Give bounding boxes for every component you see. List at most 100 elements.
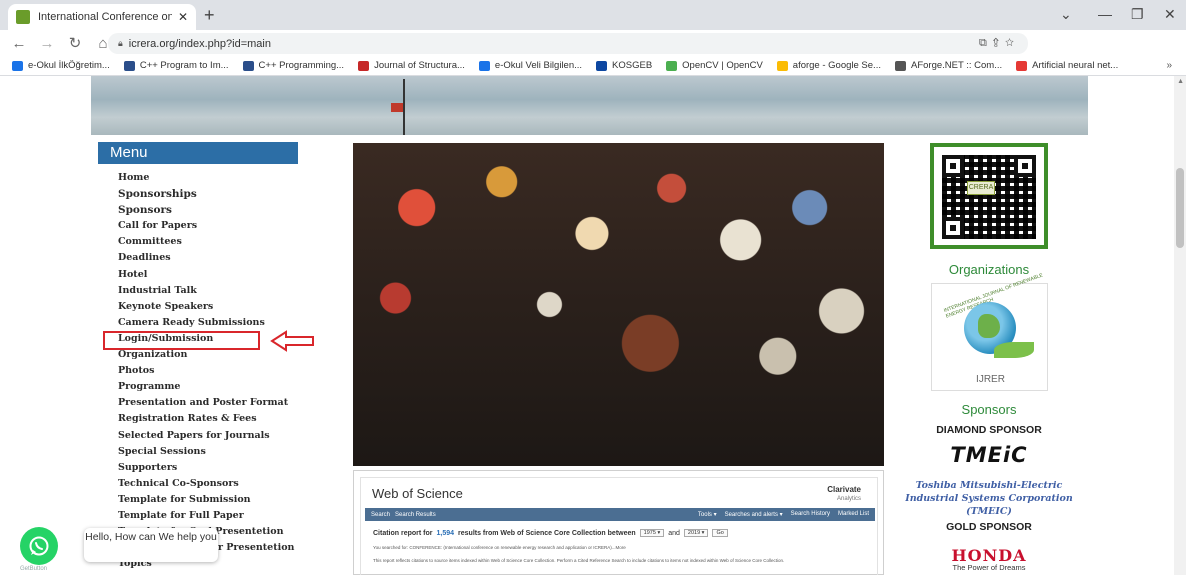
wos-nav-marked[interactable]: Marked List <box>838 511 869 518</box>
header-banner <box>91 76 1088 135</box>
wos-nav-results[interactable]: Search Results <box>395 512 436 518</box>
flagpole <box>403 79 405 135</box>
honda-logo[interactable]: HONDA <box>898 548 1080 564</box>
menu-item-call-for-papers[interactable]: Call for Papers <box>118 218 294 234</box>
bookmark-item[interactable]: KOSGEB <box>596 60 652 71</box>
menu-item-template-for-full-paper[interactable]: Template for Full Paper <box>118 508 294 524</box>
menu-item-special-sessions[interactable]: Special Sessions <box>118 444 294 460</box>
bookmark-favicon-icon <box>776 60 788 71</box>
bookmark-label: aforge - Google Se... <box>792 60 881 71</box>
gold-sponsor-label: GOLD SPONSOR <box>946 521 1032 533</box>
url-text: icrera.org/index.php?id=main <box>128 37 271 50</box>
tmeic-logo[interactable]: TMEiC <box>898 443 1080 467</box>
bookmark-label: Journal of Structura... <box>374 60 465 71</box>
menu-item-industrial-talk[interactable]: Industrial Talk <box>118 283 294 299</box>
bazaar-lamps-photo <box>353 143 884 466</box>
clarivate-logo: Clarivate Analytics <box>827 486 861 503</box>
scrollbar-thumb[interactable] <box>1176 168 1184 248</box>
chat-greeting-bubble[interactable]: Hello, How can We help you <box>84 528 218 562</box>
bookmark-item[interactable]: OpenCV | OpenCV <box>666 60 763 71</box>
menu-item-hotel[interactable]: Hotel <box>118 267 294 283</box>
forward-icon[interactable]: → <box>38 35 56 52</box>
menu-item-sponsorships[interactable]: Sponsorships <box>118 186 294 202</box>
qr-code: CRERA <box>930 143 1048 249</box>
wos-nav-history[interactable]: Search History <box>791 511 830 518</box>
year-to-select[interactable]: 2019 ▾ <box>683 529 709 537</box>
citation-prefix: Citation report for <box>373 529 433 537</box>
menu-item-camera-ready-submissions[interactable]: Camera Ready Submissions <box>118 315 294 331</box>
bookmark-favicon-icon <box>123 60 135 71</box>
whatsapp-chat-button[interactable] <box>20 527 58 565</box>
bookmark-label: AForge.NET :: Com... <box>910 60 1003 71</box>
getbutton-label: GetButton <box>20 566 48 572</box>
ijrer-logo[interactable]: INTERNATIONAL JOURNAL OF RENEWABLE ENERG… <box>931 272 1048 391</box>
close-tab-icon[interactable]: ✕ <box>178 10 188 24</box>
menu-item-technical-co-sponsors[interactable]: Technical Co-Sponsors <box>118 476 294 492</box>
scroll-up-icon[interactable]: ▲ <box>1177 78 1184 85</box>
address-bar[interactable]: 🔒︎ icrera.org/index.php?id=main ⧉⇪☆ <box>108 33 1028 54</box>
qr-crera-label: CRERA <box>967 181 995 195</box>
menu-item-home[interactable]: Home <box>118 170 294 186</box>
menu-item-template-for-submission[interactable]: Template for Submission <box>118 492 294 508</box>
bookmark-favicon-icon <box>1016 60 1028 71</box>
bookmark-label: OpenCV | OpenCV <box>682 60 763 71</box>
menu-header: Menu <box>98 142 298 164</box>
menu-item-committees[interactable]: Committees <box>118 234 294 250</box>
bookmark-item[interactable]: aforge - Google Se... <box>776 60 881 71</box>
browser-tab[interactable]: International Conference on Rene ✕ <box>8 4 196 30</box>
bookmark-favicon-icon <box>894 60 906 71</box>
and-label: and <box>668 529 680 537</box>
more-bookmarks-button[interactable]: » <box>1166 60 1172 71</box>
bookmark-item[interactable]: Artificial neural net... <box>1016 60 1118 71</box>
sponsors-heading: Sponsors <box>961 402 1017 417</box>
bookmark-label: e-Okul İlkÖğretim... <box>28 60 110 71</box>
menu-item-presentation-and-poster-format[interactable]: Presentation and Poster Format <box>118 395 294 411</box>
clarivate-name: Clarivate <box>827 485 861 494</box>
wos-nav-tools[interactable]: Tools ▾ <box>698 511 717 518</box>
citation-count[interactable]: 1,594 <box>437 530 455 537</box>
bookmark-item[interactable]: e-Okul Veli Bilgilen... <box>478 60 582 71</box>
qr-finder-tl <box>942 155 964 177</box>
bookmark-favicon-icon <box>596 60 608 71</box>
menu-item-sponsors[interactable]: Sponsors <box>118 202 294 218</box>
page-scrollbar[interactable]: ▲ <box>1174 76 1186 575</box>
close-window-icon[interactable]: ✕ <box>1164 6 1176 23</box>
address-bar-actions[interactable]: ⧉⇪☆ <box>979 37 1020 50</box>
menu-item-selected-papers-for-journals[interactable]: Selected Papers for Journals <box>118 428 294 444</box>
bookmark-item[interactable]: C++ Program to Im... <box>123 60 229 71</box>
minimize-icon[interactable]: — <box>1098 6 1112 22</box>
wos-title: Web of Science <box>372 486 463 501</box>
menu-item-photos[interactable]: Photos <box>118 363 294 379</box>
web-page: Menu Home Sponsorships Sponsors Call for Pa… <box>0 76 1186 575</box>
restore-icon[interactable]: ❐ <box>1131 6 1144 23</box>
bookmark-item[interactable]: AForge.NET :: Com... <box>894 60 1003 71</box>
menu-item-keynote-speakers[interactable]: Keynote Speakers <box>118 299 294 315</box>
bookmark-item[interactable]: e-Okul İlkÖğretim... <box>12 60 110 71</box>
bookmark-item[interactable]: C++ Programming... <box>242 60 344 71</box>
reflects-text: This report reflects citations to source… <box>373 558 785 563</box>
menu-item-programme[interactable]: Programme <box>118 379 294 395</box>
qr-finder-tr <box>1014 155 1036 177</box>
bookmarks-bar: e-Okul İlkÖğretim... C++ Program to Im...… <box>0 56 1186 76</box>
wos-nav-alerts[interactable]: Searches and alerts ▾ <box>725 511 783 518</box>
bookmark-favicon-icon <box>358 60 370 71</box>
new-tab-button[interactable]: + <box>204 6 215 24</box>
go-button[interactable]: Go <box>712 529 728 537</box>
wos-nav-bar: Search Search Results Tools ▾ Searches a… <box>365 508 875 521</box>
menu-item-supporters[interactable]: Supporters <box>118 460 294 476</box>
tab-search-chevron-icon[interactable]: ⌄ <box>1060 6 1072 23</box>
ijrer-label: IJRER <box>976 374 1005 385</box>
back-icon[interactable]: ← <box>10 35 28 52</box>
web-of-science-screenshot: Web of Science Clarivate Analytics Searc… <box>353 470 884 575</box>
wos-nav-search[interactable]: Search <box>371 512 390 518</box>
menu-item-deadlines[interactable]: Deadlines <box>118 250 294 266</box>
reload-icon[interactable]: ↻ <box>66 34 84 52</box>
bookmark-label: Artificial neural net... <box>1032 60 1119 71</box>
bookmark-item[interactable]: Journal of Structura... <box>358 60 465 71</box>
menu-list: Home Sponsorships Sponsors Call for Papers C… <box>118 170 294 572</box>
menu-item-registration-rates-fees[interactable]: Registration Rates & Fees <box>118 411 294 427</box>
honda-tagline: The Power of Dreams <box>952 563 1026 572</box>
bookmark-label: C++ Program to Im... <box>139 60 229 71</box>
bookmark-favicon-icon <box>12 60 23 71</box>
year-from-select[interactable]: 1975 ▾ <box>639 529 665 537</box>
